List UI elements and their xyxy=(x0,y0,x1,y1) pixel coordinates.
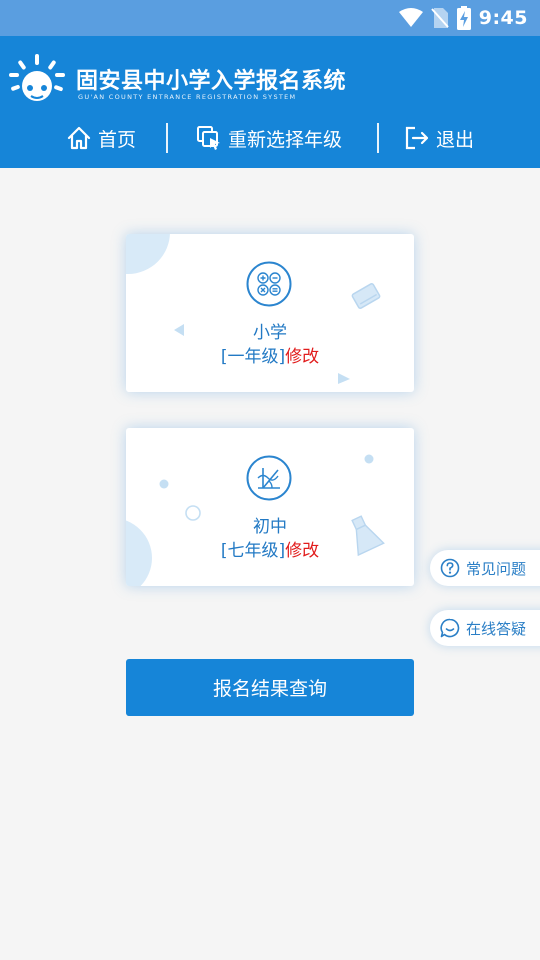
battery-charging-icon xyxy=(456,6,471,30)
card-decoration xyxy=(126,234,381,384)
nav-home-label: 首页 xyxy=(98,128,137,151)
logout-icon xyxy=(405,126,429,150)
home-icon xyxy=(67,126,91,150)
faq-label: 常见问题 xyxy=(466,559,527,578)
geometry-icon xyxy=(246,455,292,501)
card-title: 初中 xyxy=(253,517,287,537)
no-sim-icon xyxy=(430,8,449,28)
nav-logout[interactable]: 退出 xyxy=(404,122,474,154)
edit-link[interactable]: 修改 xyxy=(285,541,319,561)
nav-home[interactable]: 首页 xyxy=(66,122,136,154)
nav-divider xyxy=(377,123,379,153)
card-title: 小学 xyxy=(253,323,287,343)
card-grade: [一年级] xyxy=(220,347,286,367)
status-time: 9:45 xyxy=(478,7,528,29)
status-bar: 9:45 xyxy=(0,0,540,36)
site-subtitle: GU'AN COUNTY ENTRANCE REGISTRATION SYSTE… xyxy=(78,93,297,101)
query-result-button[interactable]: 报名结果查询 xyxy=(126,659,414,716)
card-middle-school[interactable]: 初中 [七年级]修改 xyxy=(126,428,414,586)
site-title: 固安县中小学入学报名系统 xyxy=(76,69,347,94)
card-primary-school[interactable]: 小学 [一年级]修改 xyxy=(126,234,414,392)
card-grade-line: [七年级]修改 xyxy=(126,536,414,561)
chat-icon xyxy=(440,618,460,638)
logo-icon xyxy=(9,54,65,101)
nav-logout-label: 退出 xyxy=(436,128,475,151)
card-grade-line: [一年级]修改 xyxy=(126,342,414,367)
question-icon xyxy=(440,558,460,578)
top-nav: 首页 重新选择年级 退出 xyxy=(0,122,540,154)
reselect-icon xyxy=(197,126,220,150)
status-icons: 9:45 xyxy=(398,0,528,36)
wifi-icon xyxy=(398,8,423,27)
nav-reselect-label: 重新选择年级 xyxy=(228,128,343,151)
card-grade: [七年级] xyxy=(220,541,286,561)
faq-button[interactable]: 常见问题 xyxy=(430,550,540,586)
nav-divider xyxy=(166,123,168,153)
online-qa-button[interactable]: 在线答疑 xyxy=(430,610,540,646)
online-qa-label: 在线答疑 xyxy=(466,619,527,638)
math-icon xyxy=(246,261,292,307)
edit-link[interactable]: 修改 xyxy=(285,347,319,367)
app-header: 固安县中小学入学报名系统 GU'AN COUNTY ENTRANCE REGIS… xyxy=(0,36,540,168)
card-decoration xyxy=(126,454,385,586)
nav-reselect-grade[interactable]: 重新选择年级 xyxy=(196,122,342,154)
